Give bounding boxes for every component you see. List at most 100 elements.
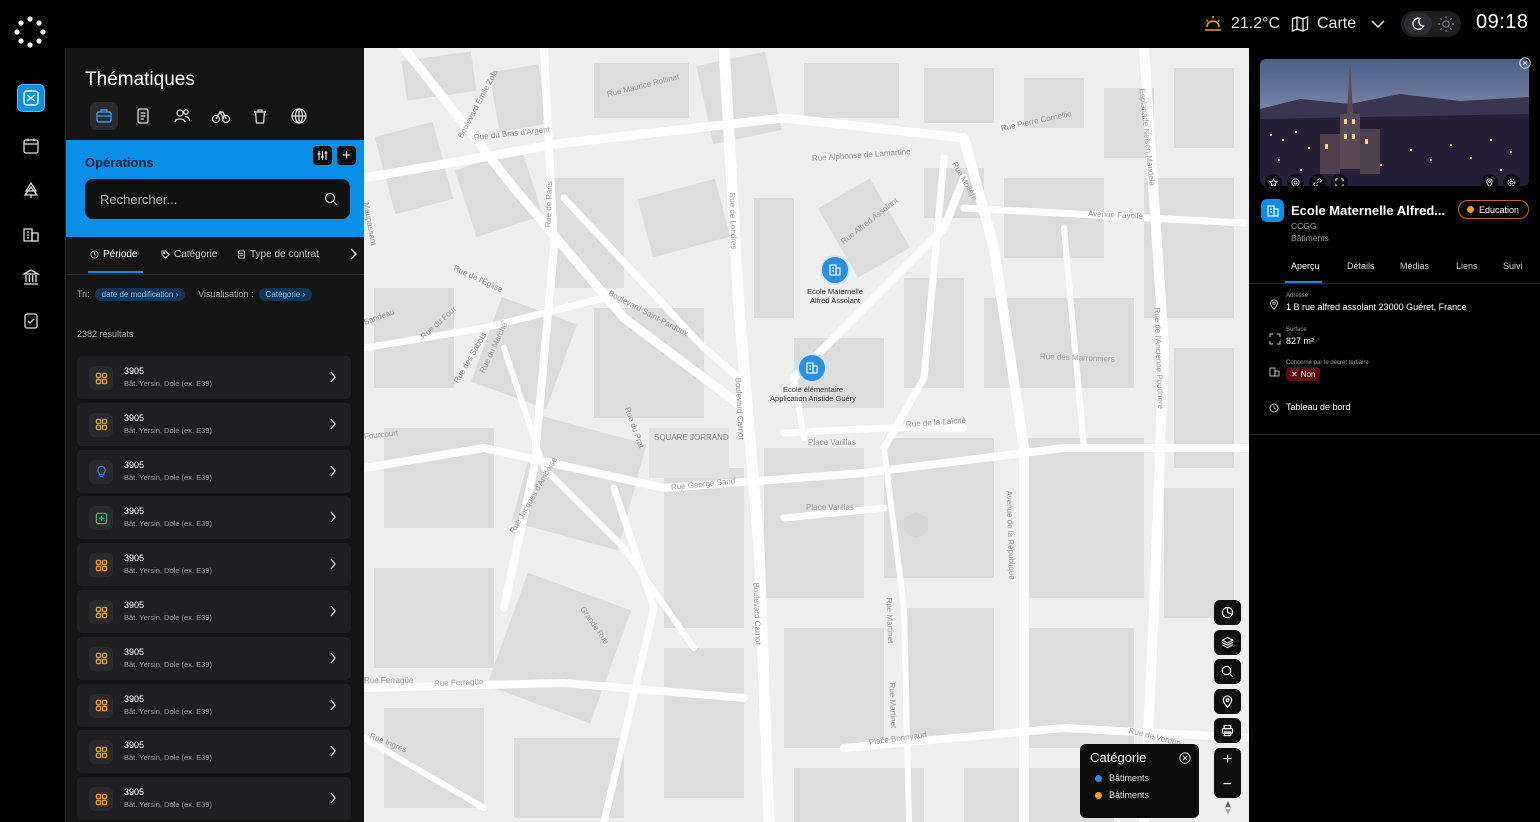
- visualisation-pill[interactable]: Catégorie ›: [258, 287, 313, 301]
- list-item[interactable]: 3905 Bât. Yersin, Dole (ex. E39): [77, 590, 351, 633]
- chevron-right-icon[interactable]: [329, 417, 337, 431]
- star-icon[interactable]: [1265, 174, 1282, 186]
- operations-icon[interactable]: [17, 84, 45, 112]
- tab-apercu[interactable]: Aperçu: [1291, 261, 1320, 271]
- list-item[interactable]: 3905 Bât. Yersin, Dole (ex. E39): [77, 402, 351, 446]
- grid-icon: [89, 412, 113, 437]
- list-item[interactable]: 3905 Bât. Yersin, Dole (ex. E39): [77, 496, 351, 540]
- chevron-right-icon[interactable]: [329, 604, 337, 618]
- chevron-right-icon[interactable]: [329, 557, 337, 571]
- target-icon[interactable]: [1287, 174, 1304, 186]
- chevron-right-icon[interactable]: [329, 464, 337, 478]
- sliders-icon[interactable]: [313, 146, 332, 165]
- chevron-right-icon[interactable]: [348, 247, 358, 261]
- list-item[interactable]: 3905 Bât. Yersin, Dole (ex. E39): [77, 449, 351, 493]
- bicycle-icon[interactable]: [207, 102, 235, 130]
- grid-globe-icon[interactable]: [285, 102, 313, 130]
- calendar-icon[interactable]: [17, 132, 45, 160]
- chevron-right-icon[interactable]: [329, 651, 337, 665]
- category-badge: Education: [1458, 200, 1530, 219]
- search-input[interactable]: [100, 179, 310, 219]
- chevron-right-icon[interactable]: [329, 510, 337, 524]
- list-item[interactable]: 3905 Bât. Yersin, Dole (ex. E39): [77, 730, 351, 774]
- close-icon[interactable]: [1519, 57, 1531, 69]
- link-icon[interactable]: [1309, 174, 1326, 186]
- tab-suivi[interactable]: Suivi: [1503, 261, 1523, 271]
- legend-dot: [1095, 774, 1102, 782]
- settings-icon[interactable]: [1503, 174, 1520, 186]
- tab-liens[interactable]: Liens: [1456, 261, 1478, 271]
- hero-image: [1260, 59, 1529, 186]
- search-icon[interactable]: [324, 192, 338, 206]
- trash-icon[interactable]: [246, 102, 274, 130]
- chevron-right-icon[interactable]: [329, 370, 337, 384]
- pie-chart-icon[interactable]: [1214, 600, 1241, 625]
- item-title: 3905: [124, 412, 145, 423]
- legend-dot: [1095, 791, 1102, 799]
- panel-title: Thématiques: [85, 69, 195, 90]
- map-marker[interactable]: [797, 353, 827, 383]
- sort-pill[interactable]: date de modification ›: [94, 287, 186, 301]
- tree-icon[interactable]: [17, 176, 45, 204]
- tab-details[interactable]: Détails: [1347, 261, 1375, 271]
- list-item[interactable]: 3905 Bât. Yersin, Dole (ex. E39): [77, 636, 351, 680]
- legend-label: Bâtiments: [1109, 773, 1150, 783]
- users-icon[interactable]: [168, 102, 196, 130]
- chevron-right-icon[interactable]: [329, 744, 337, 758]
- plus-box-icon: [89, 506, 113, 531]
- map-view[interactable]: Rue du Bras d'Argent Rue Maurice Rollina…: [364, 48, 1249, 822]
- briefcase-icon[interactable]: [90, 102, 118, 130]
- zoom-control: + −: [1214, 747, 1241, 798]
- document-icon[interactable]: [129, 102, 157, 130]
- report-icon[interactable]: [17, 307, 45, 335]
- list-item[interactable]: 3905 Bât. Yersin, Dole (ex. E39): [77, 777, 351, 821]
- view-label: Carte: [1317, 15, 1357, 32]
- section-title: Opérations: [85, 155, 154, 170]
- expand-icon[interactable]: [1331, 174, 1348, 186]
- operations-section: Opérations +: [66, 140, 364, 237]
- institution-icon[interactable]: [17, 263, 45, 291]
- tab-periode[interactable]: Période: [90, 249, 137, 260]
- item-subtitle: Bât. Yersin, Dole (ex. E39): [124, 519, 212, 529]
- marker-label-line: Ecole Maternelle: [807, 287, 863, 296]
- legend-item: Bâtiments: [1095, 773, 1149, 783]
- pin-icon[interactable]: [1214, 688, 1241, 714]
- map-marker[interactable]: [820, 255, 850, 285]
- field-label: Adresse: [1286, 293, 1309, 299]
- zoom-in-button[interactable]: +: [1214, 748, 1241, 773]
- weather-widget: 21.2°C: [1203, 0, 1280, 48]
- item-subtitle: Bât. Yersin, Dole (ex. E39): [124, 800, 212, 810]
- street-label: Rue de Paris: [543, 181, 555, 228]
- map-icon: [1291, 15, 1309, 33]
- tab-medias[interactable]: Médias: [1400, 261, 1429, 271]
- printer-icon[interactable]: [1214, 718, 1241, 743]
- tab-type-contrat[interactable]: Type de contrat: [237, 249, 319, 260]
- list-item[interactable]: 3905 Bât. Yersin, Dole (ex. E39): [77, 543, 351, 587]
- marker-label: Ecole élémentaire Application Aristide G…: [759, 385, 867, 403]
- pin-icon[interactable]: [1481, 174, 1498, 186]
- list-item[interactable]: 3905 Bât. Yersin, Dole (ex. E39): [77, 356, 351, 399]
- close-icon[interactable]: [1179, 752, 1191, 764]
- zoom-out-button[interactable]: −: [1214, 773, 1241, 798]
- street-label: Rue Ferragüe: [364, 676, 414, 685]
- chevron-right-icon[interactable]: [329, 698, 337, 712]
- tab-categorie[interactable]: Catégorie: [161, 249, 217, 260]
- add-button[interactable]: +: [337, 146, 356, 165]
- search-icon[interactable]: [1214, 659, 1241, 684]
- item-title: 3905: [124, 506, 145, 517]
- chevron-right-icon[interactable]: [329, 791, 337, 805]
- layers-icon[interactable]: [1214, 629, 1241, 655]
- sun-icon: [1205, 16, 1221, 31]
- view-selector[interactable]: Carte: [1291, 0, 1386, 48]
- compass-icon[interactable]: [1214, 798, 1241, 818]
- list-item[interactable]: 3905 Bât. Yersin, Dole (ex. E39): [77, 683, 351, 727]
- building-icon[interactable]: [17, 220, 45, 248]
- grid-icon: [89, 600, 113, 624]
- legend-title: Catégorie: [1090, 750, 1147, 765]
- street-label: Place Varillas: [806, 503, 854, 512]
- theme-toggle[interactable]: [1401, 11, 1461, 37]
- legend-label: Bâtiments: [1109, 790, 1150, 800]
- sort-value: date de modification: [101, 289, 174, 299]
- app-logo[interactable]: [14, 16, 46, 48]
- moon-icon: [1404, 13, 1432, 35]
